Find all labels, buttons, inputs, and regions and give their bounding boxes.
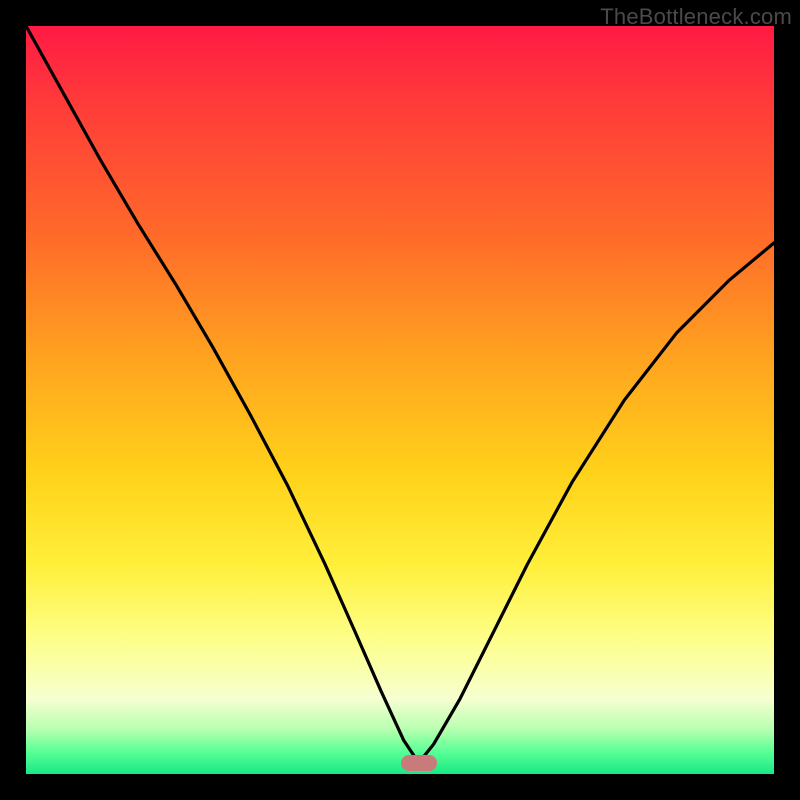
plot-area: [26, 26, 774, 774]
curve-path: [26, 26, 774, 763]
min-marker: [401, 755, 437, 771]
curve-svg: [26, 26, 774, 774]
chart-frame: [26, 26, 774, 774]
